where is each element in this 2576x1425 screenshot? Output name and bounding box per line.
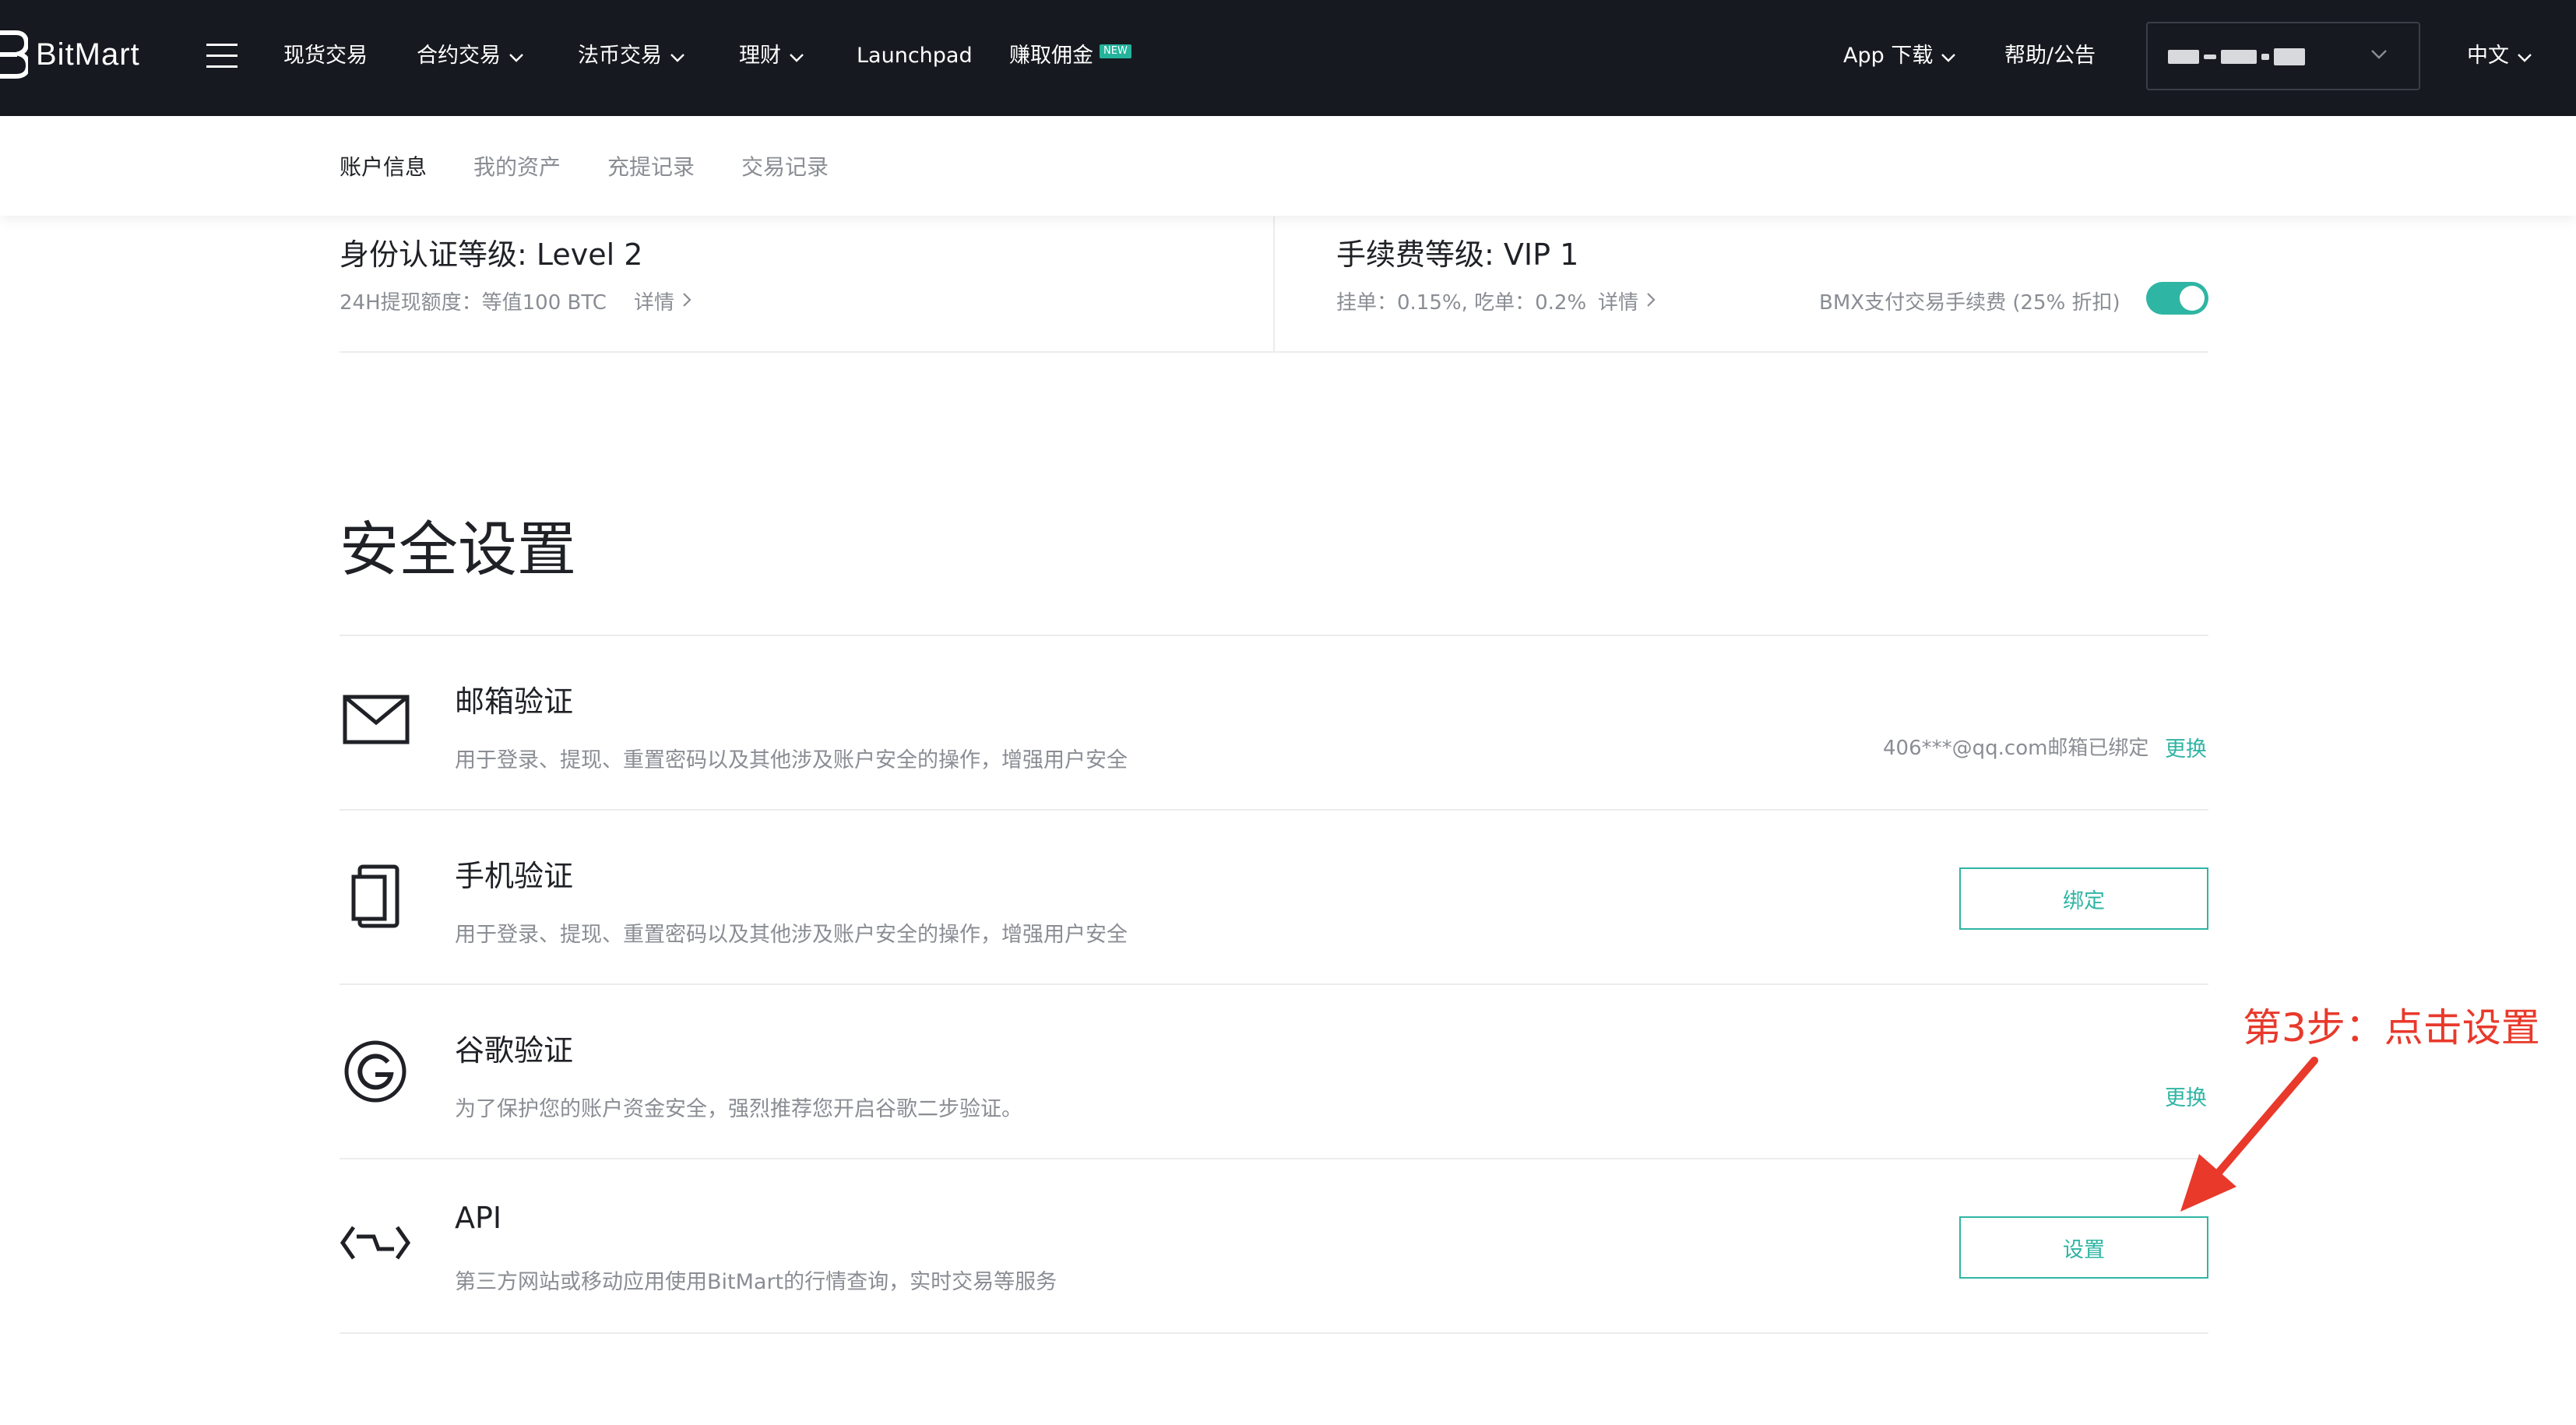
withdraw-limit: 24H提现额度：等值100 BTC	[340, 291, 607, 315]
google-auth-icon	[343, 1039, 408, 1107]
row-divider	[340, 983, 2208, 985]
row-divider	[340, 1332, 2208, 1334]
row-divider	[340, 1158, 2208, 1159]
toggle-knob	[2180, 286, 2205, 311]
envelope-icon	[343, 695, 410, 748]
tab-deposit-withdraw-records[interactable]: 充提记录	[607, 150, 695, 181]
nav-label: 理财	[739, 44, 781, 68]
email-verify-desc: 用于登录、提现、重置密码以及其他涉及账户安全的操作，增强用户安全	[455, 748, 1128, 772]
api-icon	[340, 1223, 411, 1266]
brand-logo[interactable]: BitMart	[0, 30, 140, 79]
nav-contract-trading[interactable]: 合约交易	[417, 40, 524, 72]
bmx-fee-label: BMX支付交易手续费 (25% 折扣)	[1819, 291, 2120, 315]
kyc-level-title: 身份认证等级: Level 2	[340, 238, 643, 272]
google-verify-title: 谷歌验证	[455, 1033, 574, 1068]
chevron-down-icon	[509, 40, 524, 72]
menu-icon[interactable]	[206, 44, 238, 69]
account-subnav: 账户信息 我的资产 充提记录 交易记录	[0, 116, 2576, 216]
annotation-arrow-icon	[2165, 1051, 2336, 1226]
email-verify-title: 邮箱验证	[455, 684, 574, 719]
nav-label: 帮助/公告	[2004, 44, 2096, 68]
nav-label: 现货交易	[283, 44, 368, 68]
fee-level-title: 手续费等级: VIP 1	[1336, 238, 1579, 272]
nav-label: 赚取佣金	[1009, 44, 1093, 68]
top-navbar: BitMart 现货交易 合约交易 法币交易 理财 Launchpad 赚取佣金…	[0, 0, 2576, 116]
nav-fiat-trading[interactable]: 法币交易	[578, 40, 685, 72]
chevron-right-icon	[1646, 290, 1656, 313]
email-change-link[interactable]: 更换	[2165, 732, 2207, 762]
level-divider	[1273, 216, 1275, 352]
nav-label: 合约交易	[417, 44, 501, 68]
nav-finance[interactable]: 理财	[739, 40, 804, 72]
chevron-down-icon	[789, 40, 804, 72]
bmx-fee-toggle[interactable]	[2146, 282, 2208, 315]
api-settings-button[interactable]: 设置	[1959, 1216, 2208, 1279]
tab-account-info[interactable]: 账户信息	[340, 150, 427, 181]
api-title: API	[455, 1201, 502, 1235]
nav-help[interactable]: 帮助/公告	[2004, 40, 2096, 72]
nav-launchpad[interactable]: Launchpad	[857, 40, 973, 72]
fee-detail-link[interactable]: 详情	[1598, 287, 1656, 315]
kyc-detail-link[interactable]: 详情	[634, 287, 692, 315]
masked-account-name	[2168, 47, 2305, 67]
nav-label: 法币交易	[578, 44, 662, 68]
nav-label: Launchpad	[857, 44, 973, 68]
phone-verify-desc: 用于登录、提现、重置密码以及其他涉及账户安全的操作，增强用户安全	[455, 923, 1128, 947]
fee-rates: 挂单：0.15%, 吃单：0.2%	[1336, 291, 1587, 315]
nav-label: App 下载	[1843, 44, 1934, 68]
account-dropdown[interactable]	[2146, 22, 2420, 90]
bitmart-logo-icon	[0, 30, 28, 79]
api-desc: 第三方网站或移动应用使用BitMart的行情查询，实时交易等服务	[455, 1270, 1057, 1294]
chevron-right-icon	[682, 290, 692, 313]
new-badge: NEW	[1100, 44, 1131, 58]
section-divider	[340, 635, 2208, 636]
language-selector[interactable]: 中文	[2467, 40, 2532, 72]
google-verify-desc: 为了保护您的账户资金安全，强烈推荐您开启谷歌二步验证。	[455, 1097, 1022, 1121]
phone-verify-title: 手机验证	[455, 859, 574, 893]
phone-icon	[350, 864, 400, 933]
security-settings-title: 安全设置	[340, 515, 576, 584]
bind-phone-button[interactable]: 绑定	[1959, 867, 2208, 930]
nav-app-download[interactable]: App 下载	[1843, 40, 1956, 72]
brand-name: BitMart	[36, 37, 140, 72]
tab-my-assets[interactable]: 我的资产	[473, 150, 561, 181]
chevron-down-icon	[2517, 40, 2532, 72]
chevron-down-icon	[1941, 40, 1956, 72]
nav-earn-commission[interactable]: 赚取佣金 NEW	[1009, 40, 1131, 72]
chevron-down-icon	[2370, 48, 2388, 63]
level-row-divider	[340, 351, 2208, 353]
chevron-down-icon	[670, 40, 685, 72]
tab-trade-records[interactable]: 交易记录	[741, 150, 829, 181]
detail-label: 详情	[1598, 291, 1639, 315]
nav-spot-trading[interactable]: 现货交易	[283, 40, 368, 72]
nav-label: 中文	[2467, 44, 2509, 68]
row-divider	[340, 809, 2208, 811]
detail-label: 详情	[634, 291, 675, 315]
step-annotation: 第3步：点击设置	[2243, 1005, 2540, 1050]
email-bound-status: 406***@qq.com邮箱已绑定	[1883, 737, 2149, 760]
